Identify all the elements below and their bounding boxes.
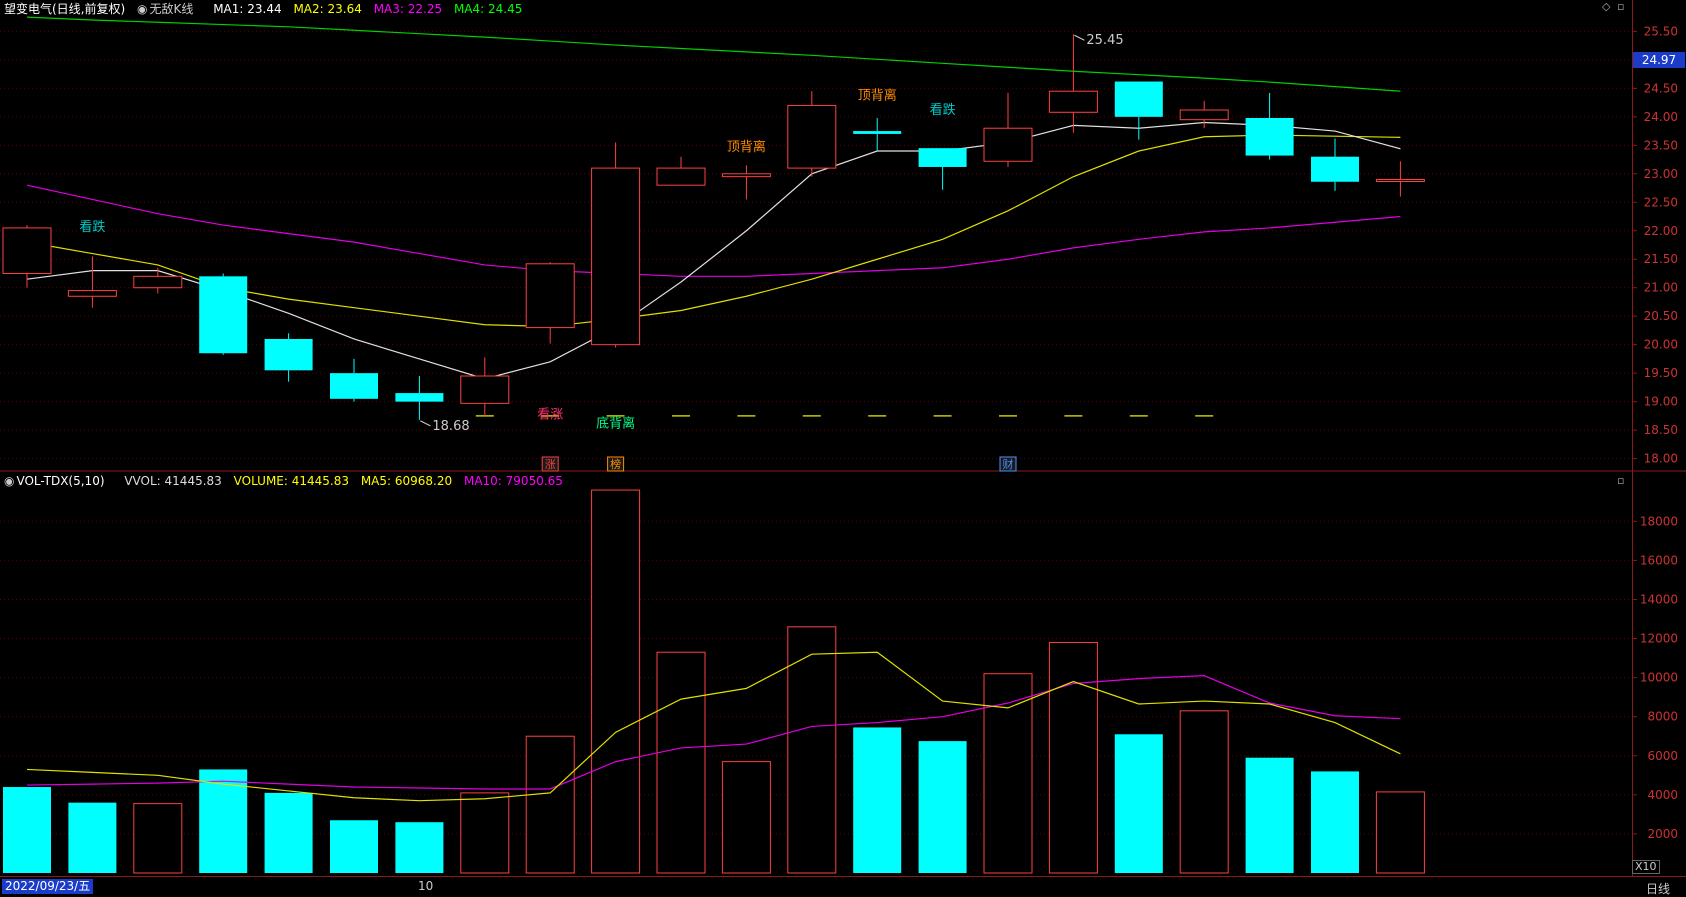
volume-bar (1245, 757, 1294, 873)
signal-label: 看涨 (537, 407, 563, 423)
ma4-line (26, 16, 1401, 92)
ma4-label: MA4: 24.45 (453, 2, 523, 16)
volume-bar (525, 735, 575, 874)
candle-body (591, 167, 641, 346)
signal-label: 顶背离 (727, 139, 766, 155)
volume-bar (721, 761, 771, 874)
volume-label: VOLUME: 41445.83 (233, 474, 349, 488)
signal-label: 顶背离 (858, 88, 897, 104)
price-header: 望变电气(日线,前复权) ◉ 无敌K线 MA1: 23.44 MA2: 23.64… (4, 0, 530, 17)
price-axis (1632, 0, 1686, 895)
candle-body (395, 393, 444, 402)
volume-bar (1114, 734, 1163, 873)
ma3-line (26, 184, 1401, 277)
candle-body (460, 375, 510, 404)
volume-bar (787, 626, 837, 874)
ma2-label: MA2: 23.64 (293, 2, 362, 16)
stock-title: 望变电气(日线,前复权) (4, 2, 126, 16)
chart-canvas[interactable]: 18.0018.5019.0019.5020.0020.5021.0021.50… (0, 0, 1686, 895)
candle-body (1179, 109, 1229, 121)
volume-bar (68, 802, 117, 873)
ma1-label: MA1: 23.44 (213, 2, 282, 16)
signal-label: 底背离 (596, 415, 635, 431)
candle-body (918, 148, 967, 167)
volume-bar (591, 489, 641, 874)
event-mark-label: 财 (1003, 457, 1014, 471)
volume-bar (918, 741, 967, 873)
volume-bar (3, 787, 51, 873)
volume-bar (395, 822, 444, 873)
candle-body (721, 173, 771, 178)
volume-bar (1179, 710, 1229, 874)
candle-body (1114, 81, 1163, 117)
window-icon[interactable]: ▫ (1617, 474, 1624, 487)
candle-body (983, 127, 1033, 162)
current-price-badge: 24.97 (1633, 52, 1685, 68)
candle-body (1245, 117, 1294, 156)
volume-bar (1375, 791, 1425, 874)
candle-body (67, 290, 117, 297)
candle-body (787, 104, 837, 169)
candle-body (1375, 178, 1425, 182)
volume-bar (1311, 771, 1359, 873)
chevron-down-icon: ◉ (4, 474, 15, 488)
candle-body (525, 263, 575, 329)
volume-bar (853, 727, 902, 873)
volume-bar (1048, 641, 1098, 874)
time-axis: 2022/09/23/五 10 日线 (0, 876, 1686, 896)
volume-indicator-name[interactable]: ◉ VOL-TDX(5,10) (4, 474, 113, 488)
vvol-label: VVOL: 41445.83 (124, 474, 222, 488)
scale-badge[interactable]: X10 (1632, 860, 1660, 874)
volume-bar (330, 820, 378, 873)
volume-header: ◉ VOL-TDX(5,10) VVOL: 41445.83 VOLUME: 41… (4, 474, 571, 488)
high-pointer (1074, 34, 1085, 41)
candle-body (1311, 156, 1359, 182)
chart-mode[interactable]: ◉ 无敌K线 (137, 2, 201, 16)
signal-label: 25.45 (1086, 33, 1123, 48)
period-label[interactable]: 日线 (1646, 880, 1670, 897)
cursor-date: 2022/09/23/五 (2, 879, 94, 894)
volume-bar (199, 769, 248, 873)
diamond-icon[interactable]: ◇ (1602, 0, 1610, 13)
candle-body (1048, 90, 1098, 113)
candle-body (133, 275, 183, 289)
low-pointer (420, 420, 431, 427)
candle-body (199, 276, 248, 354)
vol-ma10-label: MA10: 79050.65 (463, 474, 563, 488)
volume-bar (460, 792, 510, 874)
volume-bar (133, 803, 183, 874)
vol-ma5-label: MA5: 60968.20 (360, 474, 453, 488)
ma3-label: MA3: 22.25 (373, 2, 443, 16)
window-icon[interactable]: ▫ (1617, 0, 1624, 13)
candle-body (264, 338, 313, 371)
candle-body (330, 373, 378, 399)
signal-label: 18.68 (432, 419, 469, 434)
volume-bar (264, 792, 313, 873)
event-mark-label: 涨 (545, 458, 556, 471)
chevron-down-icon: ◉ (137, 2, 148, 16)
event-mark-label: 榜 (610, 457, 621, 471)
candle-body (656, 167, 706, 186)
volume-bar (656, 651, 706, 874)
signal-label: 看跌 (79, 219, 105, 235)
candle-body (853, 131, 902, 134)
candle-body (2, 227, 52, 274)
signal-label: 看跌 (930, 102, 956, 118)
month-tick: 10 (418, 879, 434, 893)
